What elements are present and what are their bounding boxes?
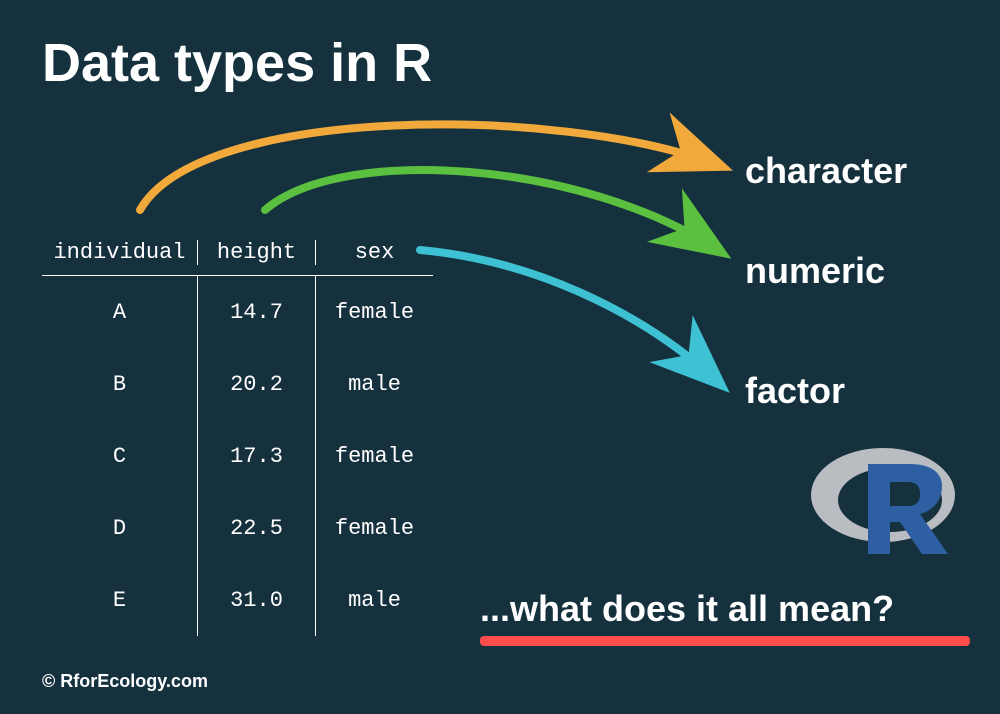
cell-individual: C: [42, 420, 197, 492]
table-body: A 14.7 female B 20.2 male C 17.3 female …: [42, 276, 433, 636]
table-row: A 14.7 female: [42, 276, 433, 348]
cell-height: 20.2: [197, 348, 315, 420]
cell-sex: male: [315, 348, 433, 420]
cell-height: 17.3: [197, 420, 315, 492]
cell-sex: female: [315, 420, 433, 492]
page-title: Data types in R: [42, 32, 432, 94]
r-logo-icon: [810, 440, 960, 560]
subtitle: ...what does it all mean?: [480, 588, 894, 630]
cell-height: 22.5: [197, 492, 315, 564]
credit-text: © RforEcology.com: [42, 671, 208, 692]
cell-individual: A: [42, 276, 197, 348]
cell-sex: female: [315, 492, 433, 564]
type-label-character: character: [745, 150, 907, 192]
table-row: C 17.3 female: [42, 420, 433, 492]
cell-individual: B: [42, 348, 197, 420]
type-label-factor: factor: [745, 370, 845, 412]
table-row: B 20.2 male: [42, 348, 433, 420]
subtitle-underline: [480, 636, 970, 646]
arrow-factor-icon: [420, 250, 718, 382]
cell-height: 31.0: [197, 564, 315, 636]
table-row: E 31.0 male: [42, 564, 433, 636]
header-height: height: [197, 240, 315, 265]
arrow-character-icon: [140, 124, 718, 210]
cell-individual: D: [42, 492, 197, 564]
header-individual: individual: [42, 240, 197, 265]
data-table: individual height sex A 14.7 female B 20…: [42, 230, 433, 636]
cell-height: 14.7: [197, 276, 315, 348]
table-row: D 22.5 female: [42, 492, 433, 564]
cell-individual: E: [42, 564, 197, 636]
type-label-numeric: numeric: [745, 250, 885, 292]
header-sex: sex: [315, 240, 433, 265]
cell-sex: male: [315, 564, 433, 636]
cell-sex: female: [315, 276, 433, 348]
table-header-row: individual height sex: [42, 230, 433, 276]
